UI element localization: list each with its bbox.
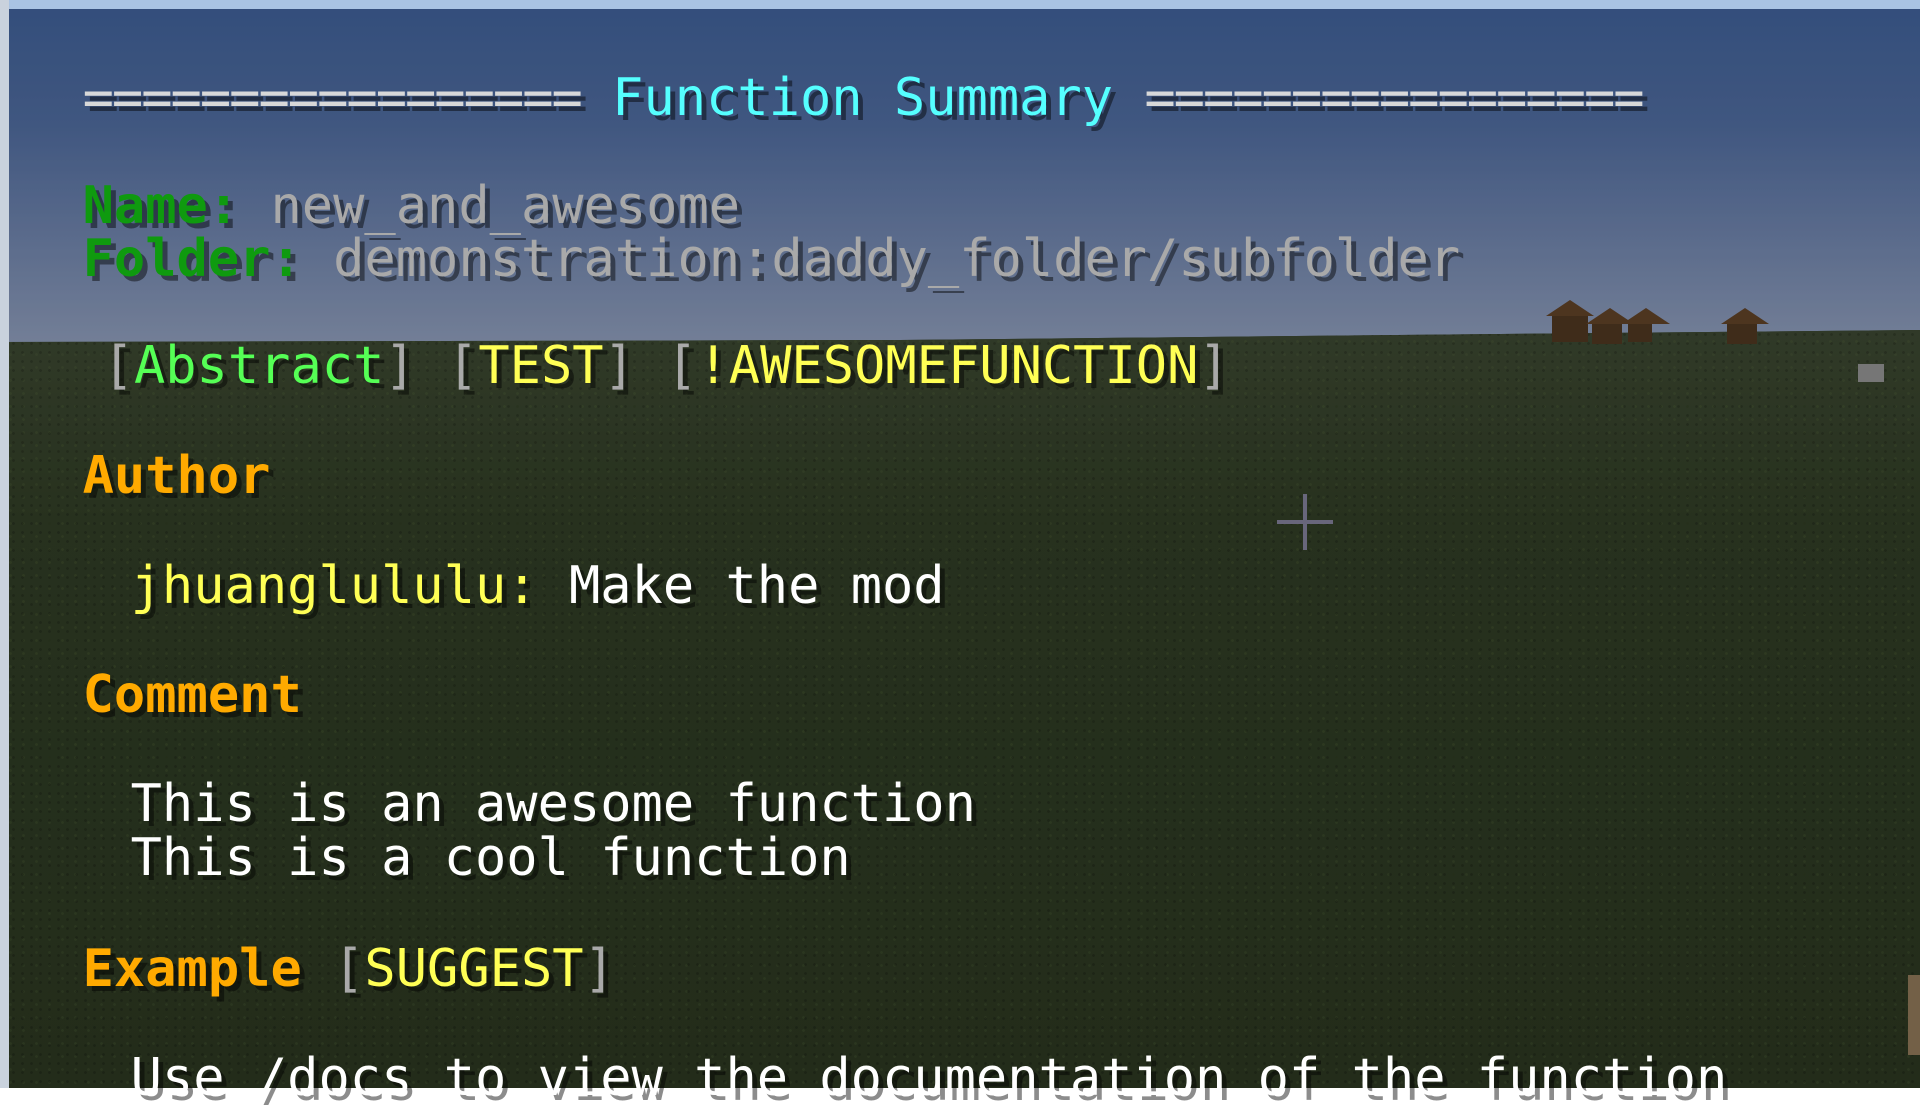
folder-value: demonstration:daddy_folder/subfolder [333, 229, 1461, 289]
tag-label: Abstract [133, 336, 385, 396]
bracket-open: [ [447, 336, 479, 396]
bracket-close: ] [1198, 336, 1230, 396]
folder-row: Folder: demonstration:daddy_folder/subfo… [20, 175, 1461, 289]
example-text: Use /docs to view the documentation of t… [130, 1048, 1728, 1108]
window-top-border [0, 0, 1920, 9]
separator-left: ================= [82, 68, 583, 128]
bracket-close: ] [583, 939, 615, 999]
comment-line: This is a cool function [68, 774, 851, 886]
bracket-close: ] [384, 336, 416, 396]
comment-heading: Comment [82, 665, 302, 725]
window-left-border [0, 0, 9, 1088]
header-line: ================= Function Summary =====… [20, 14, 1645, 128]
page-title: Function Summary [612, 68, 1114, 128]
tag-abstract[interactable]: [Abstract] [103, 336, 416, 396]
author-text: Make the mod [568, 556, 945, 616]
tag-label: !AWESOMEFUNCTION [697, 336, 1199, 396]
tag-label: TEST [478, 336, 604, 396]
bracket-open: [ [333, 939, 365, 999]
author-heading: Author [82, 446, 271, 506]
separator-right: ================= [1144, 68, 1644, 128]
author-row: jhuanglululu: Make the mod [68, 502, 945, 614]
bracket-open: [ [666, 336, 698, 396]
bracket-open: [ [102, 336, 134, 396]
comment-text: This is a cool function [130, 828, 851, 888]
comment-heading-row: Comment [20, 611, 302, 723]
suggest-label: SUGGEST [364, 939, 584, 999]
tag-awesomefunction[interactable]: [!AWESOMEFUNCTION] [666, 336, 1230, 396]
example-heading-row: Example [SUGGEST] [20, 885, 615, 997]
author-heading-row: Author [20, 392, 271, 506]
tag-test[interactable]: [TEST] [447, 336, 635, 396]
suggest-button[interactable]: [SUGGEST] [333, 939, 615, 999]
tags-row: [Abstract] [TEST] [!AWESOMEFUNCTION] [40, 282, 1230, 394]
folder-label: Folder: [82, 229, 302, 289]
example-row: Use /docs to view the documentation of t… [68, 994, 1728, 1108]
example-heading: Example [82, 939, 302, 999]
bracket-close: ] [603, 336, 635, 396]
author-user[interactable]: jhuanglululu: [131, 556, 538, 616]
